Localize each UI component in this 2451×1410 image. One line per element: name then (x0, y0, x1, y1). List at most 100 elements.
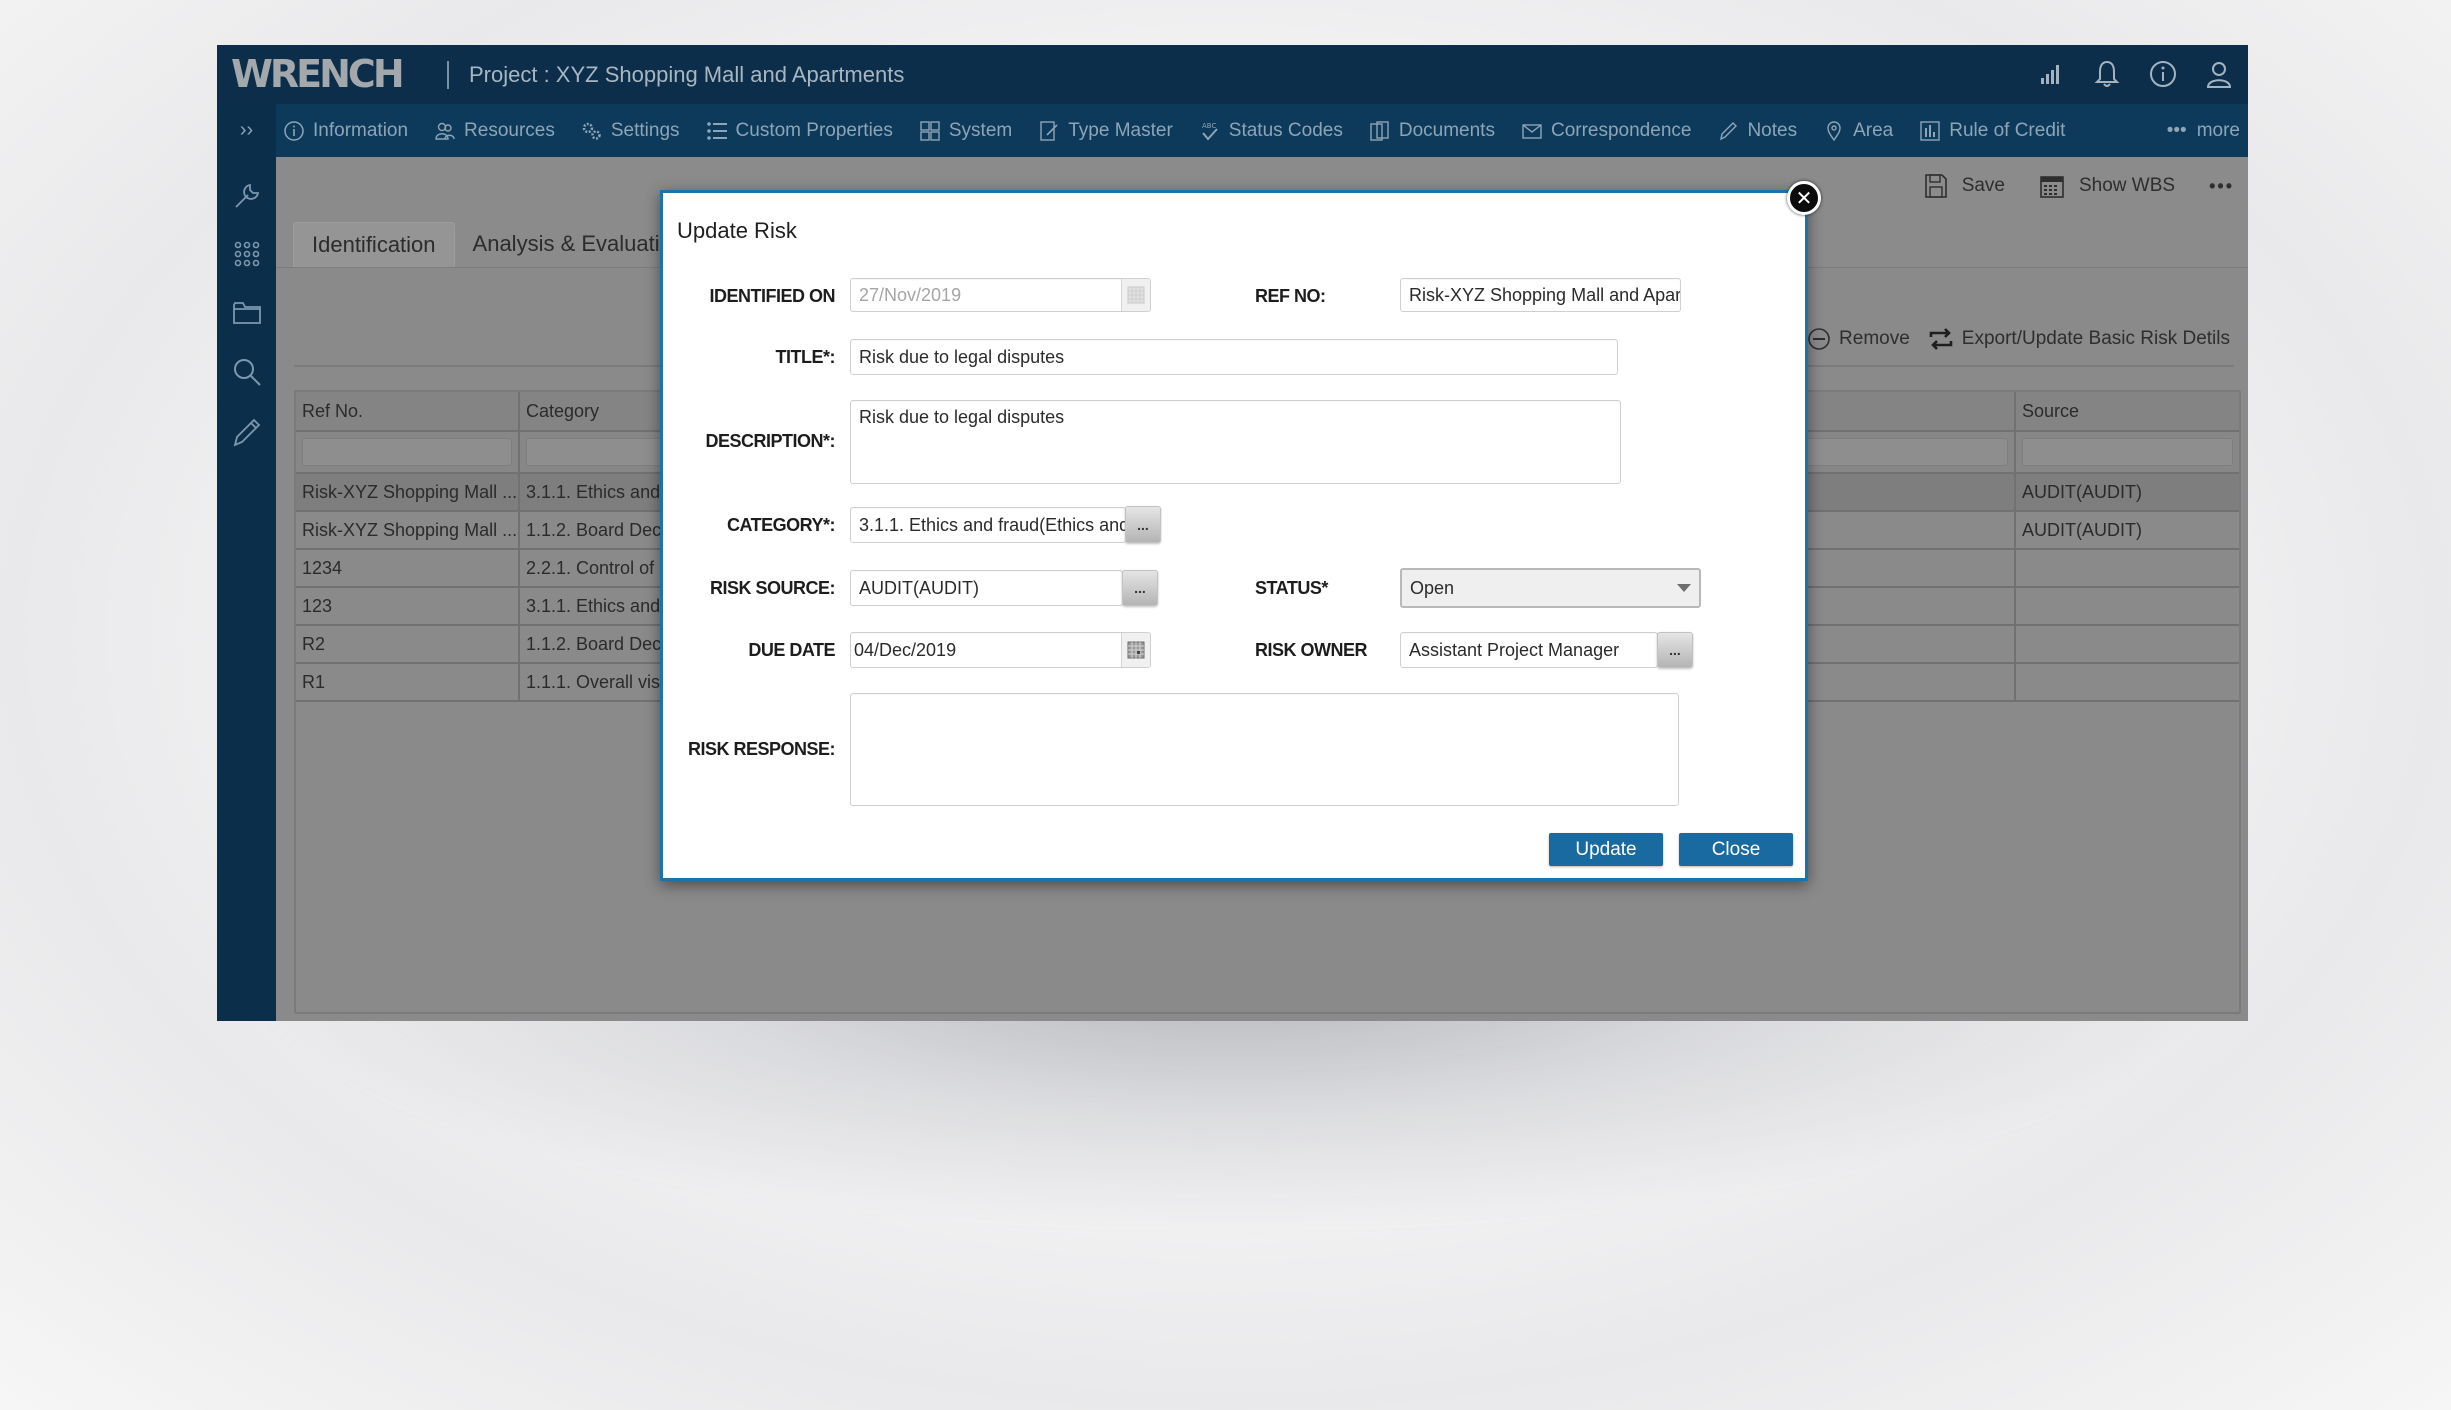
cell-ref-no: 1234 (296, 550, 520, 586)
description-label: DESCRIPTION*: (705, 431, 835, 451)
nav-label: Documents (1398, 119, 1495, 141)
risk-owner-browse-button[interactable]: ... (1657, 632, 1693, 668)
more-options-button[interactable]: ••• (2209, 176, 2234, 197)
status-label: STATUS* (1255, 578, 1328, 598)
close-button[interactable]: Close (1679, 833, 1793, 866)
cell-source (2016, 588, 2239, 624)
filter-ref-no-input[interactable] (302, 438, 512, 466)
calendar-icon (2040, 176, 2064, 198)
filter-cell (2016, 432, 2239, 472)
close-icon[interactable]: ✕ (1787, 181, 1821, 215)
column-header-ref-no[interactable]: Ref No. (296, 392, 520, 430)
nav-item-correspondence[interactable]: Correspondence (1521, 120, 1691, 142)
system-icon (920, 120, 940, 141)
risk-source-label: RISK SOURCE: (709, 578, 836, 598)
edit-doc-icon (1040, 120, 1058, 141)
save-label: Save (1961, 175, 2005, 196)
due-date-label: DUE DATE (748, 640, 835, 660)
cell-source: AUDIT(AUDIT) (2022, 519, 2142, 540)
show-wbs-label: Show WBS (2079, 175, 2176, 196)
show-wbs-button[interactable]: Show WBS (2039, 173, 2175, 199)
risk-source-input[interactable]: AUDIT(AUDIT) (850, 570, 1123, 606)
risk-response-textarea[interactable] (850, 693, 1679, 806)
ref-no-input[interactable]: Risk-XYZ Shopping Mall and Apartments (1400, 278, 1681, 312)
nav-item-status-codes[interactable]: ABC Status Codes (1199, 120, 1343, 142)
tab-identification[interactable]: Identification (293, 222, 455, 267)
left-sidebar (217, 157, 276, 1021)
risk-response-label: RISK RESPONSE: (687, 739, 836, 759)
nav-items: Information Resources Settings Custom Pr… (283, 104, 2065, 157)
nav-item-documents[interactable]: Documents (1369, 120, 1495, 142)
nav-item-type-master[interactable]: Type Master (1038, 120, 1173, 142)
nav-item-notes[interactable]: Notes (1717, 120, 1797, 142)
filter-source-input[interactable] (2022, 438, 2233, 466)
due-date-value: 04/Dec/2019 (854, 639, 957, 660)
cell-source (2016, 550, 2239, 586)
title-input[interactable]: Risk due to legal disputes (850, 339, 1618, 375)
svg-text:ABC: ABC (1202, 122, 1216, 130)
column-header-source[interactable]: Source (2016, 392, 2239, 430)
pencil-icon (1720, 121, 1738, 140)
signal-bars-icon[interactable] (2036, 59, 2066, 89)
nav-label: Settings (610, 119, 680, 141)
risk-source-browse-button[interactable]: ... (1122, 570, 1158, 606)
wrench-logo[interactable]: WRENCH (231, 52, 405, 96)
save-button[interactable]: Save (1924, 173, 2005, 199)
nav-label: Rule of Credit (1949, 119, 2066, 141)
export-label: Export/Update Basic Risk Detils (1961, 328, 2230, 349)
bell-icon[interactable] (2092, 59, 2122, 89)
tab-strip: Identification Analysis & Evaluation (293, 222, 702, 267)
nav-label: Notes (1747, 119, 1798, 141)
envelope-icon (1522, 123, 1542, 139)
nav-item-area[interactable]: Area (1823, 120, 1893, 142)
filter-cell (296, 432, 520, 472)
category-browse-button[interactable]: ... (1125, 506, 1161, 543)
nav-label: Correspondence (1550, 119, 1692, 141)
risk-source-value: AUDIT(AUDIT) (859, 577, 979, 598)
header-icons (2036, 59, 2234, 89)
project-title: Project : XYZ Shopping Mall and Apartmen… (469, 62, 905, 87)
nav-label: Type Master (1068, 119, 1173, 141)
folder-icon[interactable] (230, 295, 264, 329)
export-update-button[interactable]: Export/Update Basic Risk Detils (1928, 327, 2230, 351)
title-label: TITLE*: (775, 347, 836, 367)
calendar-icon[interactable] (1121, 633, 1150, 667)
remove-button[interactable]: Remove (1807, 327, 1910, 351)
risk-owner-input[interactable]: Assistant Project Manager (1400, 632, 1658, 668)
cell-ref-no: R1 (296, 664, 520, 700)
dialog-title: Update Risk (677, 218, 797, 243)
users-icon (435, 122, 455, 140)
nav-item-settings[interactable]: Settings (581, 120, 680, 142)
expand-sidebar-button[interactable]: ›› (217, 104, 276, 157)
user-icon[interactable] (2204, 59, 2234, 89)
category-input[interactable]: 3.1.1. Ethics and fraud(Ethics and fraud… (850, 507, 1126, 543)
pencil-icon[interactable] (230, 415, 264, 449)
status-select[interactable]: Open (1400, 568, 1701, 608)
nav-item-custom-properties[interactable]: Custom Properties (706, 120, 893, 142)
cell-source (2016, 664, 2239, 700)
wrench-icon[interactable] (230, 179, 264, 213)
cell-ref-no: Risk-XYZ Shopping Mall ... (296, 512, 520, 548)
nav-item-resources[interactable]: Resources (434, 120, 555, 142)
nav-item-rule-of-credit[interactable]: Rule of Credit (1919, 120, 2065, 142)
apps-grid-icon[interactable] (230, 237, 264, 271)
cell-ref-no: R2 (296, 626, 520, 662)
search-icon[interactable] (230, 355, 264, 389)
identified-on-value: 27/Nov/2019 (859, 284, 962, 305)
due-date-input[interactable]: 04/Dec/2019 (850, 632, 1151, 668)
top-header: WRENCH Project : XYZ Shopping Mall and A… (217, 45, 2248, 104)
category-label: CATEGORY*: (726, 515, 836, 535)
nav-item-system[interactable]: System (919, 120, 1012, 142)
minus-circle-icon (1808, 328, 1830, 350)
nav-item-information[interactable]: Information (283, 120, 408, 142)
nav-label: Resources (464, 119, 555, 141)
info-icon[interactable] (2148, 59, 2178, 89)
remove-label: Remove (1839, 328, 1910, 349)
description-textarea[interactable]: Risk due to legal disputes (850, 400, 1621, 484)
nav-more-button[interactable]: ••• more (2167, 104, 2240, 157)
bar-chart-icon (1920, 120, 1940, 141)
map-pin-icon (1827, 120, 1841, 141)
header-divider (447, 61, 449, 89)
calendar-icon (1121, 279, 1150, 311)
update-button[interactable]: Update (1549, 833, 1663, 866)
